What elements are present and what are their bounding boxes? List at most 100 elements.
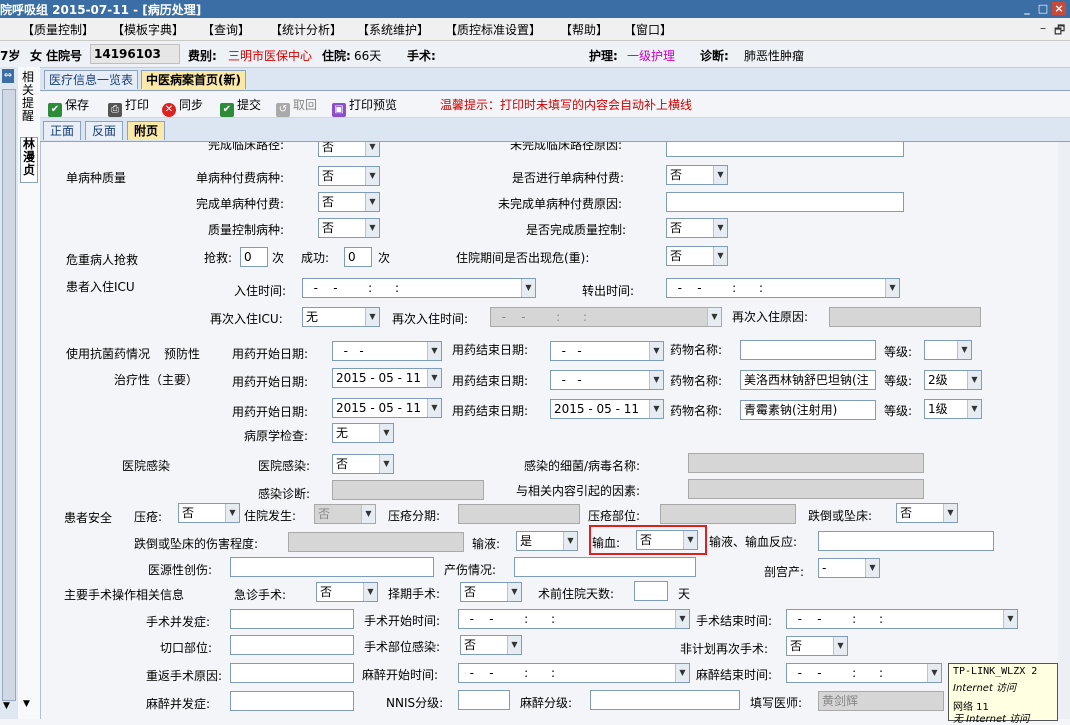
- clinical-path-reason-input[interactable]: [666, 142, 904, 157]
- infusion-select[interactable]: 是 ▼: [516, 531, 578, 551]
- chevron-down-icon: ▼: [507, 583, 521, 601]
- submit-button[interactable]: ✔ 提交: [220, 96, 261, 117]
- grade-select-1[interactable]: ▼: [924, 340, 972, 360]
- in-hosp-occur-select[interactable]: 否 ▼: [314, 504, 376, 524]
- sync-icon: ✕: [162, 103, 176, 117]
- side-tab-reminder[interactable]: 相关提醒: [20, 71, 36, 133]
- single-pay-q-select[interactable]: 否 ▼: [666, 165, 728, 185]
- menu-qc-standard[interactable]: 【质控标准设置】: [445, 21, 541, 38]
- icu-again-select[interactable]: 无 ▼: [302, 307, 380, 327]
- grade-select-2[interactable]: 2级 ▼: [924, 370, 982, 390]
- rescue-count-input[interactable]: 0: [240, 247, 268, 267]
- birth-injury-input[interactable]: [514, 557, 696, 577]
- finish-single-pay-select[interactable]: 否 ▼: [318, 192, 380, 212]
- grade-select-3[interactable]: 1级 ▼: [924, 399, 982, 419]
- elective-surgery-select[interactable]: 否 ▼: [460, 582, 522, 602]
- iatrogenic-input[interactable]: [230, 557, 434, 577]
- related-factor-input[interactable]: [688, 479, 924, 499]
- menu-template-dictionary[interactable]: 【模板字典】: [112, 21, 184, 38]
- return-reason-input[interactable]: [230, 663, 354, 683]
- site-infection-select[interactable]: 否 ▼: [460, 635, 522, 655]
- pressure-site-input[interactable]: [660, 504, 796, 524]
- fall-harm-input[interactable]: [288, 532, 464, 552]
- unplanned-reop-select[interactable]: 否 ▼: [786, 636, 848, 656]
- side-tab-patient[interactable]: 林漫贞: [20, 137, 38, 183]
- menu-system-maintenance[interactable]: 【系统维护】: [357, 21, 429, 38]
- pin-icon[interactable]: ⇔: [2, 69, 14, 83]
- fall-select[interactable]: 否 ▼: [896, 503, 958, 523]
- hospital-infection-select[interactable]: 否 ▼: [332, 454, 394, 474]
- icu-in-datetime[interactable]: - - : : ▼: [302, 278, 536, 298]
- quality-done-select[interactable]: 否 ▼: [666, 218, 728, 238]
- doctor-input[interactable]: 黄剑辉: [818, 691, 944, 711]
- icu-again-reason-input[interactable]: [829, 307, 981, 327]
- incision-input[interactable]: [230, 635, 354, 655]
- doctor-label: 填写医师:: [750, 696, 803, 710]
- drug-end-date-1[interactable]: - - ▼: [550, 341, 664, 361]
- menu-quality-control[interactable]: 【质量控制】: [22, 21, 94, 38]
- drug-end-date-2[interactable]: - - ▼: [550, 370, 664, 390]
- menu-query[interactable]: 【查询】: [202, 21, 250, 38]
- pathogen-select[interactable]: 无 ▼: [332, 423, 394, 443]
- print-button[interactable]: ⎙ 打印: [108, 96, 149, 117]
- tab-appendix[interactable]: 附页: [127, 121, 166, 140]
- restore-button[interactable]: □: [1036, 2, 1050, 15]
- side-scroll-down-icon[interactable]: ▼: [23, 699, 30, 709]
- op-end-datetime[interactable]: - - : : ▼: [786, 609, 1018, 629]
- transfusion-select[interactable]: 否 ▼: [636, 530, 698, 550]
- drug-start-date-3[interactable]: 2015 - 05 - 11 ▼: [332, 398, 442, 418]
- menu-statistics[interactable]: 【统计分析】: [270, 21, 342, 38]
- drug-name-input-2[interactable]: 美洛西林钠舒巴坦钠(注: [740, 370, 876, 390]
- tab-tcm-front-page[interactable]: 中医病案首页(新): [141, 70, 246, 89]
- icu-again-time-datetime[interactable]: - - : : ▼: [490, 307, 722, 327]
- menu-help[interactable]: 【帮助】: [560, 21, 608, 38]
- quality-disease-select[interactable]: 否 ▼: [318, 218, 380, 238]
- window-title: 院呼吸组 2015-07-11 - [病历处理]: [0, 3, 202, 17]
- anes-complication-input[interactable]: [230, 691, 354, 711]
- preop-days-input[interactable]: [634, 581, 668, 601]
- single-pay-select[interactable]: 否 ▼: [318, 166, 380, 186]
- cesarean-select[interactable]: - ▼: [818, 558, 880, 578]
- tab-back[interactable]: 反面: [85, 121, 124, 140]
- pressure-stage-input[interactable]: [458, 504, 580, 524]
- print-preview-button[interactable]: ▣ 打印预览: [332, 96, 397, 117]
- icu-out-datetime[interactable]: - - : : ▼: [666, 278, 900, 298]
- retrieve-button[interactable]: ↺ 取回: [276, 96, 317, 117]
- drug-end-date-3[interactable]: 2015 - 05 - 11 ▼: [550, 399, 664, 419]
- pressure-ulcer-select[interactable]: 否 ▼: [178, 503, 240, 523]
- drug-name-input-1[interactable]: [740, 340, 876, 360]
- minimize-button[interactable]: _: [1020, 2, 1034, 15]
- patient-safety-section: 患者安全: [64, 511, 113, 525]
- infection-diagnosis-input[interactable]: [332, 480, 484, 500]
- left-scrollbar[interactable]: [2, 89, 16, 701]
- mdi-restore-button[interactable]: 🗗: [1054, 21, 1065, 42]
- sync-button[interactable]: ✕ 同步: [162, 96, 203, 117]
- emergency-surgery-select[interactable]: 否 ▼: [316, 582, 378, 602]
- drug-start-date-2[interactable]: 2015 - 05 - 11 ▼: [332, 368, 442, 388]
- unfinish-single-pay-input[interactable]: [666, 192, 904, 212]
- critical-occur-select[interactable]: 否 ▼: [666, 246, 728, 266]
- form-scrollbar[interactable]: [1058, 142, 1070, 719]
- anes-start-datetime[interactable]: - - : : ▼: [458, 663, 690, 683]
- drug-name-label-2: 药物名称:: [670, 374, 723, 388]
- tab-front[interactable]: 正面: [43, 121, 82, 140]
- infection-name-input[interactable]: [688, 453, 924, 473]
- drug-start-date-1[interactable]: - - ▼: [332, 341, 442, 361]
- surgery-complication-input[interactable]: [230, 609, 354, 629]
- clinical-path-select[interactable]: 否 ▼: [318, 142, 380, 157]
- success-count-input[interactable]: 0: [344, 247, 372, 267]
- infusion-reaction-input[interactable]: [818, 531, 994, 551]
- close-button[interactable]: ×: [1052, 2, 1066, 15]
- mdi-minimize-button[interactable]: –: [1040, 21, 1046, 35]
- scroll-down-icon[interactable]: ▼: [3, 701, 10, 711]
- menu-window[interactable]: 【窗口】: [624, 21, 672, 38]
- save-button[interactable]: ✔ 保存: [48, 96, 89, 117]
- chevron-down-icon: ▼: [1003, 610, 1017, 628]
- anes-end-datetime[interactable]: - - : : ▼: [786, 663, 942, 683]
- anes-grade-input[interactable]: [590, 690, 740, 710]
- tab-medical-overview[interactable]: 医疗信息一览表: [44, 70, 139, 89]
- op-start-datetime[interactable]: - - : : ▼: [458, 609, 690, 629]
- toolbar: ✔ 保存 ⎙ 打印 ✕ 同步 ✔ 提交 ↺ 取回 ▣ 打印预览 温馨提示：打印时未填写的内容…: [40, 91, 1070, 118]
- nnis-input[interactable]: [458, 690, 510, 710]
- drug-name-input-3[interactable]: 青霉素钠(注射用): [740, 400, 876, 420]
